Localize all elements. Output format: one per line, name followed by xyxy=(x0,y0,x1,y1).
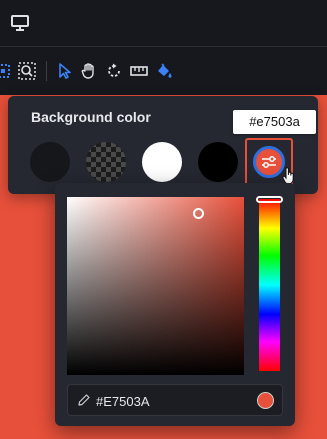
rotate-icon[interactable] xyxy=(105,62,123,80)
monitor-icon[interactable] xyxy=(10,14,30,32)
toolbar-divider xyxy=(46,61,47,81)
hex-field[interactable] xyxy=(67,384,283,416)
ruler-icon[interactable] xyxy=(130,62,148,80)
swatch-white[interactable] xyxy=(142,142,182,182)
hand-icon[interactable] xyxy=(80,62,98,80)
swatch-black[interactable] xyxy=(198,142,238,182)
color-preview-swatch xyxy=(257,392,274,409)
sliders-icon xyxy=(262,156,276,168)
custom-color-button[interactable] xyxy=(245,138,294,186)
swatch-custom[interactable] xyxy=(253,146,285,178)
color-tooltip: #e7503a xyxy=(233,110,316,134)
panel-title: Background color xyxy=(31,109,151,125)
pointer-icon[interactable] xyxy=(56,62,74,80)
saturation-value-cursor[interactable] xyxy=(193,208,204,219)
top-bar xyxy=(0,0,327,47)
toolbar xyxy=(0,47,327,95)
saturation-value-area[interactable] xyxy=(67,197,244,375)
color-picker-popover xyxy=(55,183,295,426)
hex-input[interactable] xyxy=(96,392,246,410)
pencil-icon xyxy=(78,394,90,406)
zoom-area-icon[interactable] xyxy=(18,62,36,80)
hue-slider[interactable] xyxy=(259,199,280,371)
swatch-transparent[interactable] xyxy=(86,142,126,182)
swatch-dark[interactable] xyxy=(30,142,70,182)
paint-bucket-icon[interactable] xyxy=(155,62,173,80)
select-area-icon[interactable] xyxy=(0,62,12,80)
hue-slider-thumb[interactable] xyxy=(256,196,283,203)
